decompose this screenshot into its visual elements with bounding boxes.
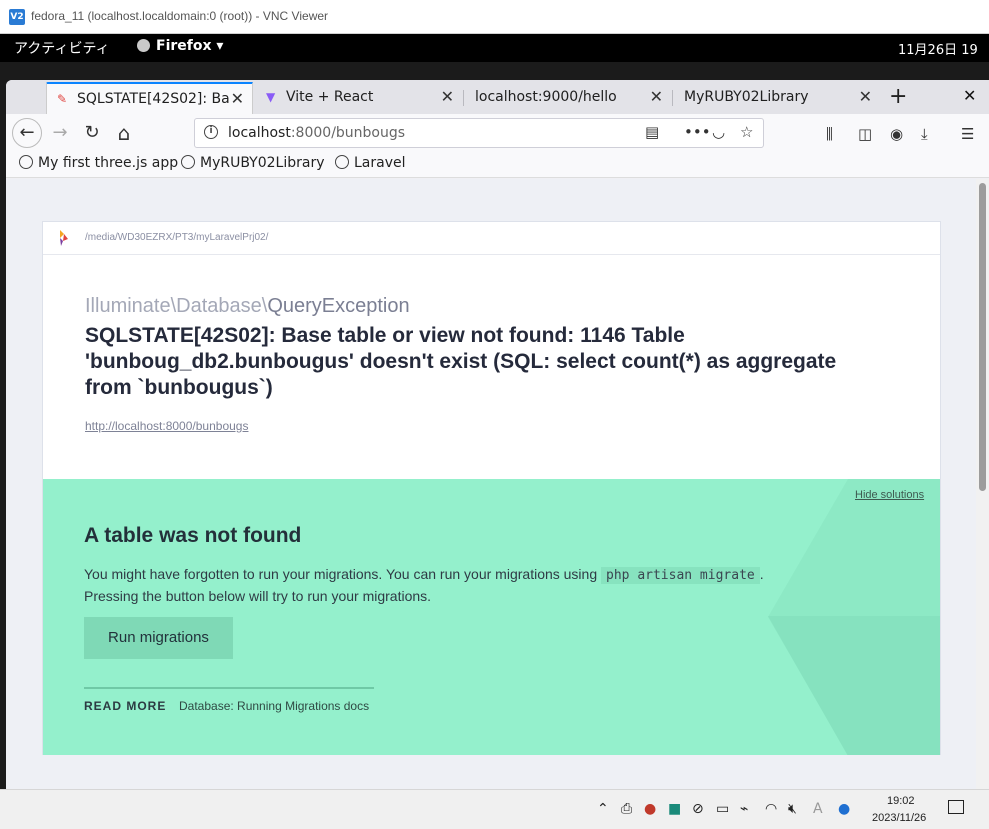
firefox-window: ✎ SQLSTATE[42S02]: Ba ✕ ▼ Vite + React ✕ l… <box>6 80 989 789</box>
firefox-icon <box>137 39 150 52</box>
power-icon[interactable]: ⌁ <box>740 801 748 817</box>
tab-separator <box>672 90 673 106</box>
url-path: :8000/bunbougs <box>290 125 406 141</box>
security-icon[interactable]: ● <box>644 801 656 817</box>
tab-vite-react[interactable]: ▼ Vite + React ✕ <box>256 82 462 114</box>
scrollbar-thumb[interactable] <box>979 183 986 491</box>
read-more-label: READ MORE <box>84 699 167 713</box>
cloud-icon[interactable]: ● <box>838 801 850 817</box>
decorative-shape <box>768 616 940 755</box>
bookmark-laravel[interactable]: Laravel <box>335 155 406 171</box>
account-icon[interactable]: ◉ <box>890 125 903 143</box>
vite-favicon-icon: ▼ <box>266 90 276 104</box>
app-menu[interactable]: Firefox ▾ <box>137 38 223 54</box>
ignition-logo-icon <box>60 230 68 246</box>
vnc-title-bar: V2 fedora_11 (localhost.localdomain:0 (r… <box>0 0 989 34</box>
tab-label: SQLSTATE[42S02]: Ba <box>77 91 230 107</box>
bookmark-star-icon[interactable]: ☆ <box>740 123 753 141</box>
tab-separator <box>463 90 464 106</box>
tab-label: localhost:9000/hello <box>475 89 617 105</box>
url-bar[interactable]: i localhost:8000/bunbougs ▤ ••• ◡ ☆ <box>194 118 764 148</box>
run-migrations-button[interactable]: Run migrations <box>84 617 233 659</box>
tab-close-icon[interactable]: ✕ <box>859 82 872 112</box>
reload-button[interactable]: ↻ <box>78 119 106 147</box>
tab-label: Vite + React <box>286 89 374 105</box>
url-text[interactable]: localhost:8000/bunbougs <box>228 125 405 141</box>
globe-icon <box>19 155 33 169</box>
tab-label: MyRUBY02Library <box>684 89 809 105</box>
solution-description: You might have forgotten to run your mig… <box>84 564 804 607</box>
tab-close-icon[interactable]: ✕ <box>650 82 663 112</box>
tab-close-icon[interactable]: ✕ <box>441 82 454 112</box>
error-card: /media/WD30EZRX/PT3/myLaravelPrj02/ Illu… <box>42 221 941 755</box>
solution-panel: Hide solutions A table was not found You… <box>43 479 940 755</box>
bookmark-myruby02library[interactable]: MyRUBY02Library <box>181 155 325 171</box>
navigation-toolbar: ← → ↻ ⌂ i localhost:8000/bunbougs ▤ ••• … <box>6 114 989 152</box>
ignition-favicon-icon: ✎ <box>57 92 68 106</box>
app-tray-icon[interactable]: ■ <box>668 801 681 817</box>
pocket-icon[interactable]: ◡ <box>712 123 725 141</box>
exception-name: QueryException <box>267 295 410 317</box>
project-path: /media/WD30EZRX/PT3/myLaravelPrj02/ <box>85 232 269 243</box>
app-menu-label: Firefox ▾ <box>156 38 224 54</box>
bookmark-three-js[interactable]: My first three.js app <box>19 155 178 171</box>
hide-solutions-link[interactable]: Hide solutions <box>855 489 924 501</box>
library-icon[interactable]: ⫼ <box>826 125 833 143</box>
activities-button[interactable]: アクティビティ <box>14 38 110 58</box>
solution-desc-text: You might have forgotten to run your mig… <box>84 566 602 582</box>
sidebar-icon[interactable]: ◫ <box>858 125 872 143</box>
tab-strip: ✎ SQLSTATE[42S02]: Ba ✕ ▼ Vite + React ✕ l… <box>6 80 989 114</box>
page-actions-icon[interactable]: ••• <box>684 123 711 141</box>
exception-message: SQLSTATE[42S02]: Base table or view not … <box>85 324 837 399</box>
gnome-top-bar: アクティビティ Firefox ▾ 11月26日 19 <box>0 34 989 62</box>
forward-button[interactable]: → <box>46 119 74 147</box>
reader-view-icon[interactable]: ▤ <box>645 123 659 141</box>
tab-localhost-hello[interactable]: localhost:9000/hello ✕ <box>465 82 671 114</box>
taskbar-date[interactable]: 2023/11/26 <box>872 812 926 824</box>
site-info-icon[interactable]: i <box>204 125 218 139</box>
globe-icon <box>335 155 349 169</box>
volume-muted-icon[interactable]: 🔇︎ <box>788 801 797 817</box>
ime-indicator[interactable]: A <box>813 801 823 817</box>
tab-close-icon[interactable]: ✕ <box>231 84 244 114</box>
menu-hamburger-icon[interactable]: ☰ <box>961 125 974 143</box>
bookmark-label: My first three.js app <box>38 155 179 171</box>
window-close-button[interactable]: ✕ <box>963 86 976 105</box>
taskbar-time[interactable]: 19:02 <box>887 795 915 807</box>
page-content: /media/WD30EZRX/PT3/myLaravelPrj02/ Illu… <box>6 179 976 789</box>
eye-off-icon[interactable]: ⊘ <box>692 801 704 817</box>
wifi-icon[interactable]: ◠ <box>765 801 777 817</box>
bookmarks-toolbar: My first three.js app MyRUBY02Library La… <box>6 152 989 178</box>
vnc-window-title: fedora_11 (localhost.localdomain:0 (root… <box>31 9 329 23</box>
read-more-divider <box>84 687 374 689</box>
exception-class: Illuminate\Database\QueryException <box>85 295 410 318</box>
solution-title: A table was not found <box>84 524 302 547</box>
globe-icon <box>181 155 195 169</box>
windows-taskbar: ⌃ ⎙ ● ■ ⊘ ▭ ⌁ ◠ 🔇︎ A ● 19:02 2023/11/26 <box>0 789 989 829</box>
notification-icon[interactable] <box>948 800 964 814</box>
battery-icon[interactable]: ▭ <box>716 801 729 817</box>
exception-namespace: Illuminate\Database\ <box>85 295 268 317</box>
back-button[interactable]: ← <box>12 118 42 148</box>
home-button[interactable]: ⌂ <box>110 119 138 147</box>
migrations-docs-link[interactable]: Database: Running Migrations docs <box>179 699 369 713</box>
tab-myruby02library[interactable]: MyRUBY02Library ✕ <box>674 82 880 114</box>
usb-icon[interactable]: ⎙ <box>621 801 632 817</box>
downloads-icon[interactable]: ⤓ <box>921 125 928 143</box>
url-host: localhost <box>228 125 291 141</box>
tab-sqlstate[interactable]: ✎ SQLSTATE[42S02]: Ba ✕ <box>46 82 253 114</box>
request-url-link[interactable]: http://localhost:8000/bunbougs <box>85 419 248 433</box>
bookmark-label: Laravel <box>354 155 406 171</box>
error-card-header: /media/WD30EZRX/PT3/myLaravelPrj02/ <box>43 222 940 255</box>
chevron-up-icon[interactable]: ⌃ <box>597 801 609 817</box>
artisan-command: php artisan migrate <box>601 567 760 584</box>
vnc-logo-icon: V2 <box>9 9 25 25</box>
page-scrollbar[interactable] <box>976 179 989 789</box>
bookmark-label: MyRUBY02Library <box>200 155 325 171</box>
top-bar-clock[interactable]: 11月26日 19 <box>898 39 978 58</box>
new-tab-button[interactable]: + <box>889 84 907 110</box>
